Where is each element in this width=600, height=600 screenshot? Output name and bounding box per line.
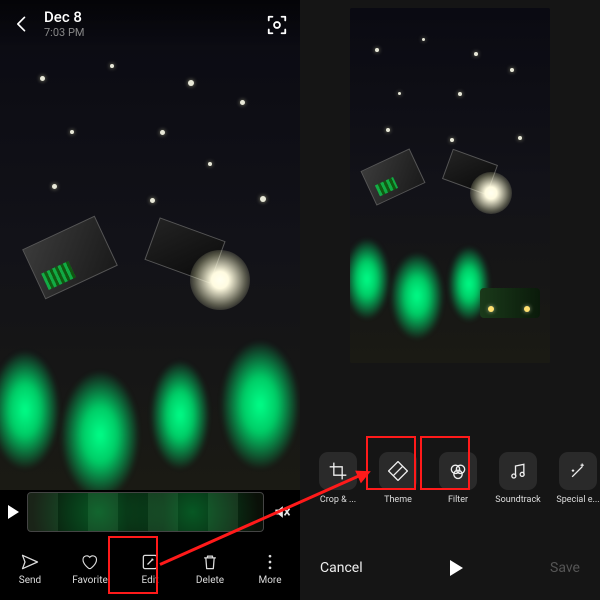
special-effects-tool[interactable]: Special e...: [552, 452, 600, 505]
filter-label: Filter: [448, 495, 468, 505]
title-block: Dec 8 7:03 PM: [44, 8, 84, 39]
more-icon: [260, 552, 280, 572]
favorite-label: Favorite: [72, 575, 108, 586]
title-time: 7:03 PM: [44, 26, 84, 39]
bottom-action-bar: Send Favorite Edit: [0, 538, 300, 600]
play-button[interactable]: [450, 560, 463, 576]
photo-preview: [0, 0, 300, 490]
theme-label: Theme: [384, 495, 412, 505]
soundtrack-label: Soundtrack: [495, 495, 540, 505]
video-scrubber-row: [0, 486, 300, 538]
favorite-button[interactable]: Favorite: [62, 552, 118, 586]
edit-button[interactable]: Edit: [122, 552, 178, 586]
capture-icon[interactable]: [266, 14, 288, 36]
send-label: Send: [19, 575, 41, 586]
more-label: More: [258, 575, 281, 586]
crop-icon: [319, 452, 357, 490]
editor-bottom-bar: Cancel Save: [300, 536, 600, 600]
heart-icon: [80, 552, 100, 572]
crop-label: Crop & ...: [320, 495, 356, 505]
back-button[interactable]: [12, 14, 32, 34]
delete-button[interactable]: Delete: [182, 552, 238, 586]
cancel-button[interactable]: Cancel: [320, 560, 363, 576]
trash-icon: [200, 552, 220, 572]
editor-tool-row: Crop & ... Theme: [300, 440, 600, 516]
play-button[interactable]: [8, 505, 19, 519]
video-editor-panel: Crop & ... Theme: [300, 0, 600, 600]
editor-preview: [350, 8, 550, 363]
more-button[interactable]: More: [242, 552, 298, 586]
theme-tool[interactable]: Theme: [372, 452, 424, 505]
music-icon: [499, 452, 537, 490]
filter-icon: [439, 452, 477, 490]
filter-tool[interactable]: Filter: [432, 452, 484, 505]
send-icon: [20, 552, 40, 572]
soundtrack-tool[interactable]: Soundtrack: [492, 452, 544, 505]
crop-tool[interactable]: Crop & ...: [312, 452, 364, 505]
edit-icon: [140, 552, 160, 572]
save-button[interactable]: Save: [550, 560, 580, 576]
send-button[interactable]: Send: [2, 552, 58, 586]
magic-wand-icon: [559, 452, 597, 490]
edit-label: Edit: [142, 575, 159, 586]
title-date: Dec 8: [44, 8, 84, 26]
mute-icon[interactable]: [272, 502, 292, 522]
video-thumbnail-strip[interactable]: [27, 492, 264, 532]
theme-icon: [379, 452, 417, 490]
photo-viewer-panel: Dec 8 7:03 PM: [0, 0, 300, 600]
delete-label: Delete: [196, 575, 224, 586]
special-label: Special e...: [556, 495, 599, 505]
